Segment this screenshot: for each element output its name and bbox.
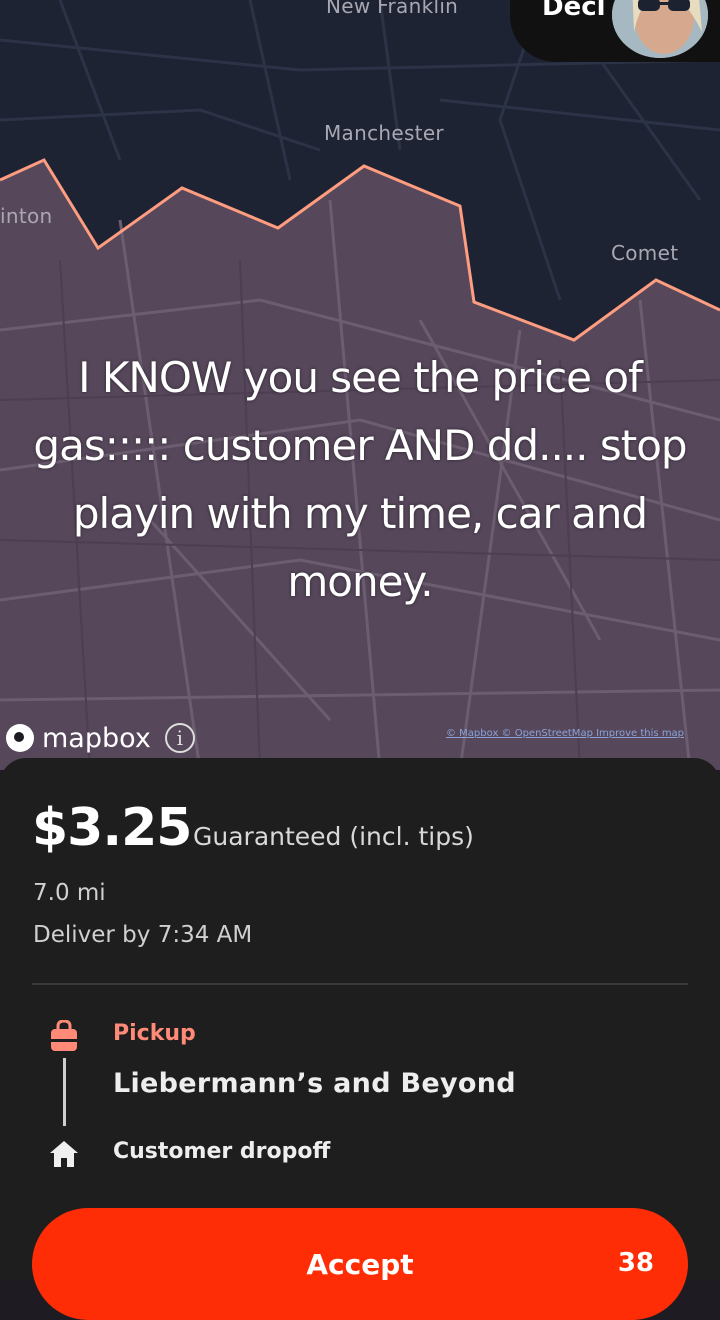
map-label-clinton: inton [0,204,53,228]
offer-sheet: $3.25 Guaranteed (incl. tips) 7.0 mi Del… [0,758,720,1320]
decline-label[interactable]: Decl [542,0,606,22]
price-note: Guaranteed (incl. tips) [193,822,474,851]
deliver-by-time: Deliver by 7:34 AM [33,922,253,948]
accept-label[interactable]: Accept [32,1248,688,1281]
video-caption: I KNOW you see the price of gas::::: cus… [33,353,687,606]
map-view[interactable]: New Franklin Manchester inton Comet Decl… [0,0,720,770]
user-avatar[interactable] [612,0,708,58]
mapbox-attribution: mapbox i [6,720,195,756]
pickup-label: Pickup [113,1021,196,1046]
map-label-comet: Comet [611,241,679,265]
map-label-manchester: Manchester [324,121,444,145]
shopping-bag-icon [50,1019,78,1057]
mapbox-logo-icon [6,724,34,752]
route-connector [63,1058,66,1126]
accept-countdown: 38 [617,1248,654,1278]
offer-distance: 7.0 mi [33,880,106,906]
info-icon[interactable]: i [164,723,195,753]
map-label-new-franklin: New Franklin [326,0,459,18]
mapbox-logo-text: mapbox [42,722,151,754]
map-attribution-link[interactable]: © Mapbox © OpenStreetMap Improve this ma… [446,728,684,739]
home-icon [49,1140,79,1173]
dropoff-label: Customer dropoff [113,1139,331,1164]
store-name: Liebermann’s and Beyond [113,1068,516,1099]
accept-button[interactable]: Accept 38 [32,1208,688,1320]
offer-price: $3.25 [32,798,192,858]
divider [32,983,688,985]
